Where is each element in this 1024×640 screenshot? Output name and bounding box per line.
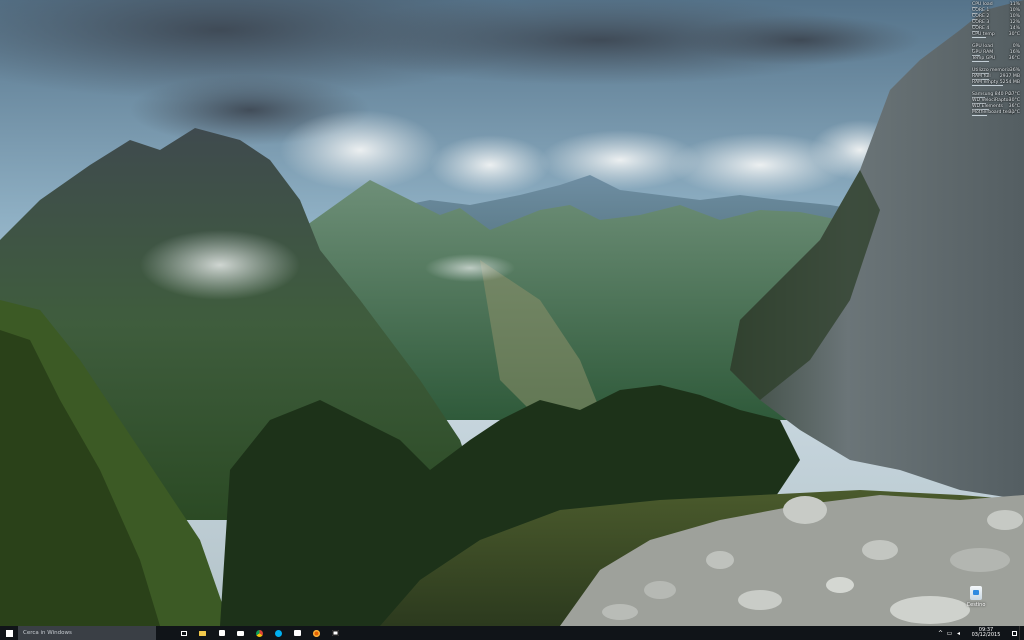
sysmon-level-bar [972, 37, 986, 38]
start-button[interactable] [0, 626, 18, 640]
skype-icon [275, 629, 282, 637]
chrome-button[interactable] [250, 626, 269, 640]
windows-logo-icon [5, 629, 13, 637]
search-box[interactable]: Cerca in Windows [18, 626, 156, 640]
mail-icon [294, 630, 301, 636]
chrome-icon [256, 629, 263, 637]
task-view-icon [180, 630, 187, 636]
sysmon-row: Motherboard temp 31°C [970, 110, 1022, 116]
show-desktop-button[interactable] [1019, 626, 1024, 640]
action-center-button[interactable] [1009, 626, 1019, 640]
store-icon [218, 630, 225, 636]
messaging-button[interactable] [231, 626, 250, 640]
mail-button[interactable] [288, 626, 307, 640]
sysmon-value: 31°C [1008, 110, 1020, 115]
volume-icon[interactable]: ◂ [954, 626, 963, 640]
taskbar: Cerca in Windows ^ ▭ ◂ 09:37 03/12/2015 [0, 626, 1024, 640]
media-player-icon [332, 630, 339, 636]
sysmon-level-bar [972, 61, 989, 62]
sysmon-level-bar [972, 115, 987, 116]
system-monitor-gadget: CPU load 11% CORE 1 10% CORE 2 10% CORE 3 12% CO… [970, 2, 1022, 116]
sysmon-row: RAM empty 5254 MB [970, 80, 1022, 86]
file-explorer-button[interactable] [193, 626, 212, 640]
store-button[interactable] [212, 626, 231, 640]
task-view-button[interactable] [174, 626, 193, 640]
recycle-bin-label: Cestino [966, 602, 986, 608]
sysmon-value: 30°C [1008, 32, 1020, 37]
file-explorer-icon [199, 630, 206, 636]
notification-icon [1011, 630, 1017, 636]
sysmon-row: CPU temp 30°C [970, 32, 1022, 38]
system-tray: ^ ▭ ◂ 09:37 03/12/2015 [936, 626, 1024, 640]
messaging-icon [237, 630, 244, 636]
pinned-apps [174, 626, 345, 640]
firefox-icon [313, 629, 320, 637]
desktop-wallpaper [0, 0, 1024, 626]
recycle-bin-icon [970, 586, 982, 600]
sysmon-level-bar [972, 85, 1003, 86]
recycle-bin-shortcut[interactable]: Cestino [963, 586, 989, 620]
skype-button[interactable] [269, 626, 288, 640]
firefox-button[interactable] [307, 626, 326, 640]
sysmon-row: Temp GPU 36°C [970, 56, 1022, 62]
network-icon[interactable]: ▭ [945, 626, 954, 640]
clock-date: 03/12/2015 [971, 632, 1001, 638]
sysmon-value: 36°C [1008, 56, 1020, 61]
media-player-button[interactable] [326, 626, 345, 640]
show-hidden-icons-chevron-icon[interactable]: ^ [936, 626, 945, 640]
clock[interactable]: 09:37 03/12/2015 [963, 627, 1009, 639]
